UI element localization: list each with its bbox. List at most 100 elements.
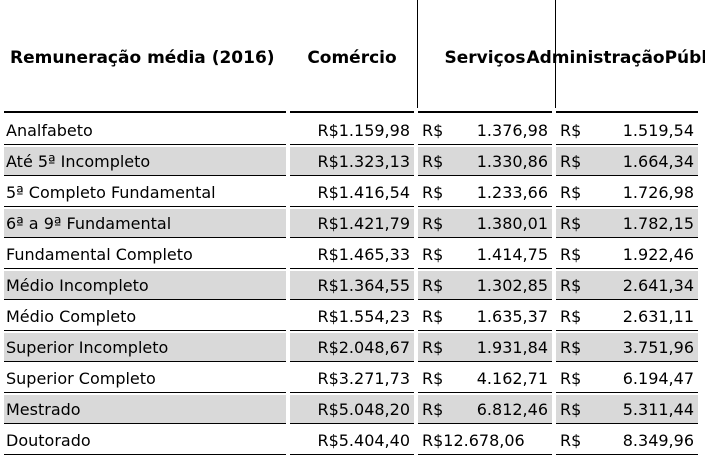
currency-symbol: R$ bbox=[422, 338, 444, 357]
cell-administracao: R$ 1.726,98 bbox=[556, 178, 698, 207]
cell-servicos: R$ 6.812,46 bbox=[418, 395, 552, 424]
currency-symbol: R$ bbox=[422, 245, 444, 264]
cell-servicos: R$ 1.376,98 bbox=[418, 116, 552, 145]
cell-comercio: R$5.048,20 bbox=[290, 395, 414, 424]
currency-symbol: R$ bbox=[560, 245, 582, 264]
currency-symbol: R$ bbox=[560, 121, 582, 140]
servicos-amount: 1.330,86 bbox=[476, 152, 548, 171]
table-body: Analfabeto R$1.159,98 R$ 1.376,98 R$ 1.519,54… bbox=[0, 116, 705, 457]
administracao-amount: 2.631,11 bbox=[622, 307, 694, 326]
currency-symbol: R$ bbox=[560, 152, 582, 171]
row-label: Médio Incompleto bbox=[4, 271, 286, 300]
header-administracao-line1: Administração bbox=[526, 48, 665, 68]
cell-comercio: R$1.416,54 bbox=[290, 178, 414, 207]
servicos-amount: 1.635,37 bbox=[476, 307, 548, 326]
cell-administracao: R$ 2.641,34 bbox=[556, 271, 698, 300]
row-label: Fundamental Completo bbox=[4, 240, 286, 269]
cell-servicos: R$ 1.931,84 bbox=[418, 333, 552, 362]
header-administracao: Administração Pública bbox=[526, 0, 705, 116]
cell-servicos: R$ 1.414,75 bbox=[418, 240, 552, 269]
header-underline-comercio bbox=[290, 111, 414, 113]
servicos-amount: 12.678,06 bbox=[443, 431, 525, 450]
currency-symbol: R$ bbox=[422, 307, 444, 326]
cell-comercio: R$2.048,67 bbox=[290, 333, 414, 362]
currency-symbol: R$ bbox=[560, 183, 582, 202]
cell-administracao: R$ 1.519,54 bbox=[556, 116, 698, 145]
header-underline-administracao bbox=[556, 111, 698, 113]
table-row: Analfabeto R$1.159,98 R$ 1.376,98 R$ 1.519,54 bbox=[0, 116, 705, 147]
currency-symbol: R$ bbox=[560, 400, 582, 419]
administracao-amount: 1.726,98 bbox=[622, 183, 694, 202]
row-label: 6ª a 9ª Fundamental bbox=[4, 209, 286, 238]
header-divider-2 bbox=[555, 0, 556, 108]
cell-servicos: R$12.678,06 bbox=[418, 426, 552, 455]
table-row: 5ª Completo Fundamental R$1.416,54 R$ 1.233… bbox=[0, 178, 705, 209]
administracao-amount: 1.664,34 bbox=[622, 152, 694, 171]
cell-servicos: R$ 1.233,66 bbox=[418, 178, 552, 207]
cell-administracao: R$ 8.349,96 bbox=[556, 426, 698, 455]
currency-symbol: R$ bbox=[560, 431, 582, 450]
currency-symbol: R$ bbox=[422, 214, 444, 233]
row-label: Superior Incompleto bbox=[4, 333, 286, 362]
cell-comercio: R$1.159,98 bbox=[290, 116, 414, 145]
servicos-amount: 1.931,84 bbox=[476, 338, 548, 357]
cell-servicos: R$ 1.302,85 bbox=[418, 271, 552, 300]
header-divider-1 bbox=[417, 0, 418, 108]
row-label: Superior Completo bbox=[4, 364, 286, 393]
cell-administracao: R$ 3.751,96 bbox=[556, 333, 698, 362]
table-row: Mestrado R$5.048,20 R$ 6.812,46 R$ 5.311,44 bbox=[0, 395, 705, 426]
cell-administracao: R$ 1.664,34 bbox=[556, 147, 698, 176]
row-label: Médio Completo bbox=[4, 302, 286, 331]
table-row: Superior Incompleto R$2.048,67 R$ 1.931,84 R… bbox=[0, 333, 705, 364]
cell-administracao: R$ 5.311,44 bbox=[556, 395, 698, 424]
currency-symbol: R$ bbox=[560, 276, 582, 295]
cell-administracao: R$ 1.782,15 bbox=[556, 209, 698, 238]
currency-symbol: R$ bbox=[422, 276, 444, 295]
cell-administracao: R$ 6.194,47 bbox=[556, 364, 698, 393]
table-row: Superior Completo R$3.271,73 R$ 4.162,71 R$ 6… bbox=[0, 364, 705, 395]
currency-symbol: R$ bbox=[422, 369, 444, 388]
administracao-amount: 5.311,44 bbox=[622, 400, 694, 419]
cell-administracao: R$ 1.922,46 bbox=[556, 240, 698, 269]
header-underline-servicos bbox=[418, 111, 552, 113]
table-row: Fundamental Completo R$1.465,33 R$ 1.414,75… bbox=[0, 240, 705, 271]
cell-administracao: R$ 2.631,11 bbox=[556, 302, 698, 331]
header-comercio: Comércio bbox=[307, 48, 397, 68]
servicos-amount: 1.414,75 bbox=[476, 245, 548, 264]
currency-symbol: R$ bbox=[560, 369, 582, 388]
administracao-amount: 3.751,96 bbox=[622, 338, 694, 357]
cell-comercio: R$5.404,40 bbox=[290, 426, 414, 455]
currency-symbol: R$ bbox=[560, 214, 582, 233]
servicos-amount: 1.233,66 bbox=[476, 183, 548, 202]
table-row: 6ª a 9ª Fundamental R$1.421,79 R$ 1.380,01 R… bbox=[0, 209, 705, 240]
row-label: Até 5ª Incompleto bbox=[4, 147, 286, 176]
currency-symbol: R$ bbox=[422, 431, 444, 450]
header-remuneracao: Remuneração média (2016) bbox=[10, 48, 275, 68]
cell-comercio: R$1.554,23 bbox=[290, 302, 414, 331]
cell-comercio: R$1.465,33 bbox=[290, 240, 414, 269]
cell-servicos: R$ 1.330,86 bbox=[418, 147, 552, 176]
table-row: Médio Completo R$1.554,23 R$ 1.635,37 R$ 2.63… bbox=[0, 302, 705, 333]
currency-symbol: R$ bbox=[422, 183, 444, 202]
administracao-amount: 2.641,34 bbox=[622, 276, 694, 295]
table-row: Médio Incompleto R$1.364,55 R$ 1.302,85 R$ 2.… bbox=[0, 271, 705, 302]
cell-comercio: R$3.271,73 bbox=[290, 364, 414, 393]
table-row: Doutorado R$5.404,40 R$12.678,06 R$ 8.349,96 bbox=[0, 426, 705, 457]
currency-symbol: R$ bbox=[422, 400, 444, 419]
administracao-amount: 6.194,47 bbox=[622, 369, 694, 388]
cell-servicos: R$ 4.162,71 bbox=[418, 364, 552, 393]
currency-symbol: R$ bbox=[560, 338, 582, 357]
cell-comercio: R$1.323,13 bbox=[290, 147, 414, 176]
row-label: Mestrado bbox=[4, 395, 286, 424]
header-administracao-line2: Pública bbox=[664, 48, 705, 68]
currency-symbol: R$ bbox=[422, 121, 444, 140]
cell-servicos: R$ 1.380,01 bbox=[418, 209, 552, 238]
administracao-amount: 8.349,96 bbox=[622, 431, 694, 450]
administracao-amount: 1.519,54 bbox=[622, 121, 694, 140]
currency-symbol: R$ bbox=[422, 152, 444, 171]
administracao-amount: 1.922,46 bbox=[622, 245, 694, 264]
servicos-amount: 1.302,85 bbox=[476, 276, 548, 295]
servicos-amount: 6.812,46 bbox=[476, 400, 548, 419]
cell-comercio: R$1.421,79 bbox=[290, 209, 414, 238]
servicos-amount: 1.376,98 bbox=[476, 121, 548, 140]
